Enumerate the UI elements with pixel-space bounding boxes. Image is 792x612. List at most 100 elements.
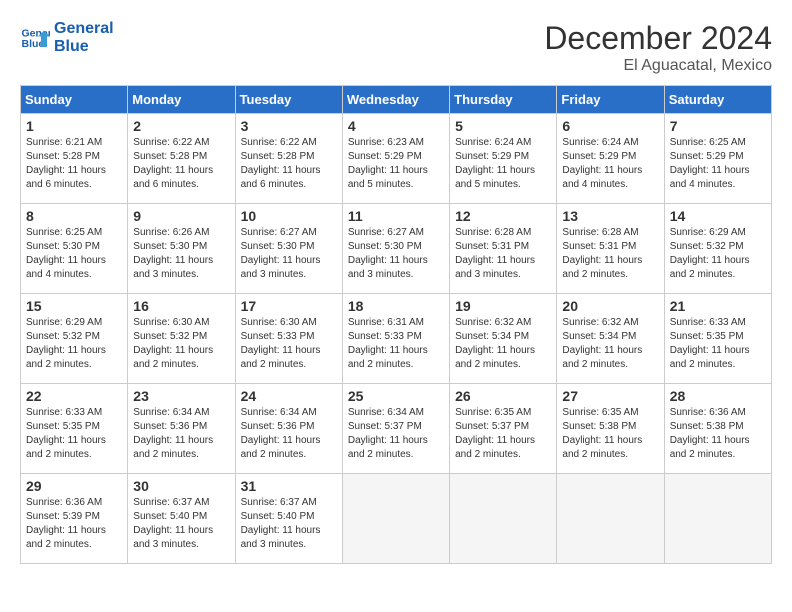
calendar-cell: 21Sunrise: 6:33 AM Sunset: 5:35 PM Dayli…	[664, 294, 771, 384]
day-info: Sunrise: 6:22 AM Sunset: 5:28 PM Dayligh…	[241, 136, 337, 192]
day-info: Sunrise: 6:25 AM Sunset: 5:29 PM Dayligh…	[670, 136, 766, 192]
day-info: Sunrise: 6:27 AM Sunset: 5:30 PM Dayligh…	[241, 226, 337, 282]
day-number: 29	[26, 478, 122, 494]
calendar-cell: 22 Sunrise: 6:33 AM Sunset: 5:35 PM Dayli…	[21, 384, 128, 474]
calendar-cell	[664, 474, 771, 564]
day-info: Sunrise: 6:32 AM Sunset: 5:34 PM Dayligh…	[562, 316, 658, 372]
calendar-cell: 25Sunrise: 6:34 AM Sunset: 5:37 PM Dayli…	[342, 384, 449, 474]
calendar-cell: 4Sunrise: 6:23 AM Sunset: 5:29 PM Daylig…	[342, 114, 449, 204]
day-info: Sunrise: 6:22 AM Sunset: 5:28 PM Dayligh…	[133, 136, 229, 192]
day-info: Sunrise: 6:27 AM Sunset: 5:30 PM Dayligh…	[348, 226, 444, 282]
day-number: 26	[455, 388, 551, 404]
calendar-body: 1 Sunrise: 6:21 AM Sunset: 5:28 PM Daylig…	[21, 114, 772, 564]
calendar-week-row: 15Sunrise: 6:29 AM Sunset: 5:32 PM Dayli…	[21, 294, 772, 384]
calendar-cell: 28 Sunrise: 6:36 AM Sunset: 5:38 PM Dayli…	[664, 384, 771, 474]
calendar-cell: 18 Sunrise: 6:31 AM Sunset: 5:33 PM Dayli…	[342, 294, 449, 384]
calendar-cell: 16 Sunrise: 6:30 AM Sunset: 5:32 PM Dayli…	[128, 294, 235, 384]
day-info: Sunrise: 6:21 AM Sunset: 5:28 PM Dayligh…	[26, 136, 122, 192]
weekday-header: Saturday	[664, 86, 771, 114]
day-info: Sunrise: 6:24 AM Sunset: 5:29 PM Dayligh…	[455, 136, 551, 192]
day-number: 28	[670, 388, 766, 404]
day-info: Sunrise: 6:23 AM Sunset: 5:29 PM Dayligh…	[348, 136, 444, 192]
weekday-header: Monday	[128, 86, 235, 114]
day-number: 31	[241, 478, 337, 494]
day-number: 12	[455, 208, 551, 224]
day-number: 22	[26, 388, 122, 404]
calendar-cell: 19 Sunrise: 6:32 AM Sunset: 5:34 PM Dayli…	[450, 294, 557, 384]
day-info: Sunrise: 6:33 AM Sunset: 5:35 PM Dayligh…	[26, 406, 122, 462]
weekday-header-row: SundayMondayTuesdayWednesdayThursdayFrid…	[21, 86, 772, 114]
day-number: 9	[133, 208, 229, 224]
calendar-cell: 6 Sunrise: 6:24 AM Sunset: 5:29 PM Daylig…	[557, 114, 664, 204]
weekday-header: Wednesday	[342, 86, 449, 114]
weekday-header: Sunday	[21, 86, 128, 114]
header: General Blue General Blue December 2024 …	[20, 20, 772, 75]
calendar-cell: 30 Sunrise: 6:37 AM Sunset: 5:40 PM Dayli…	[128, 474, 235, 564]
calendar-cell	[557, 474, 664, 564]
day-info: Sunrise: 6:35 AM Sunset: 5:37 PM Dayligh…	[455, 406, 551, 462]
day-info: Sunrise: 6:26 AM Sunset: 5:30 PM Dayligh…	[133, 226, 229, 282]
title-area: December 2024 El Aguacatal, Mexico	[544, 20, 772, 75]
calendar-cell: 31 Sunrise: 6:37 AM Sunset: 5:40 PM Dayli…	[235, 474, 342, 564]
day-number: 18	[348, 298, 444, 314]
weekday-header: Thursday	[450, 86, 557, 114]
day-info: Sunrise: 6:30 AM Sunset: 5:33 PM Dayligh…	[241, 316, 337, 372]
calendar-cell: 2 Sunrise: 6:22 AM Sunset: 5:28 PM Daylig…	[128, 114, 235, 204]
day-info: Sunrise: 6:29 AM Sunset: 5:32 PM Dayligh…	[26, 316, 122, 372]
day-info: Sunrise: 6:36 AM Sunset: 5:39 PM Dayligh…	[26, 496, 122, 552]
calendar-week-row: 8 Sunrise: 6:25 AM Sunset: 5:30 PM Daylig…	[21, 204, 772, 294]
day-info: Sunrise: 6:25 AM Sunset: 5:30 PM Dayligh…	[26, 226, 122, 282]
calendar-cell: 11 Sunrise: 6:27 AM Sunset: 5:30 PM Dayli…	[342, 204, 449, 294]
calendar-cell: 29 Sunrise: 6:36 AM Sunset: 5:39 PM Dayli…	[21, 474, 128, 564]
day-info: Sunrise: 6:28 AM Sunset: 5:31 PM Dayligh…	[562, 226, 658, 282]
day-info: Sunrise: 6:37 AM Sunset: 5:40 PM Dayligh…	[133, 496, 229, 552]
day-number: 17	[241, 298, 337, 314]
day-number: 10	[241, 208, 337, 224]
calendar-cell: 12Sunrise: 6:28 AM Sunset: 5:31 PM Dayli…	[450, 204, 557, 294]
day-number: 14	[670, 208, 766, 224]
day-number: 23	[133, 388, 229, 404]
day-number: 7	[670, 118, 766, 134]
day-number: 5	[455, 118, 551, 134]
day-info: Sunrise: 6:36 AM Sunset: 5:38 PM Dayligh…	[670, 406, 766, 462]
calendar-cell: 23 Sunrise: 6:34 AM Sunset: 5:36 PM Dayli…	[128, 384, 235, 474]
day-number: 16	[133, 298, 229, 314]
calendar-week-row: 22 Sunrise: 6:33 AM Sunset: 5:35 PM Dayli…	[21, 384, 772, 474]
day-number: 6	[562, 118, 658, 134]
logo: General Blue General Blue	[20, 20, 114, 56]
day-info: Sunrise: 6:32 AM Sunset: 5:34 PM Dayligh…	[455, 316, 551, 372]
calendar-cell: 24Sunrise: 6:34 AM Sunset: 5:36 PM Dayli…	[235, 384, 342, 474]
day-number: 30	[133, 478, 229, 494]
calendar-cell: 17 Sunrise: 6:30 AM Sunset: 5:33 PM Dayli…	[235, 294, 342, 384]
day-number: 24	[241, 388, 337, 404]
calendar-cell: 27Sunrise: 6:35 AM Sunset: 5:38 PM Dayli…	[557, 384, 664, 474]
calendar-week-row: 1 Sunrise: 6:21 AM Sunset: 5:28 PM Daylig…	[21, 114, 772, 204]
day-info: Sunrise: 6:24 AM Sunset: 5:29 PM Dayligh…	[562, 136, 658, 192]
day-info: Sunrise: 6:34 AM Sunset: 5:37 PM Dayligh…	[348, 406, 444, 462]
calendar-cell: 15Sunrise: 6:29 AM Sunset: 5:32 PM Dayli…	[21, 294, 128, 384]
day-info: Sunrise: 6:30 AM Sunset: 5:32 PM Dayligh…	[133, 316, 229, 372]
calendar: SundayMondayTuesdayWednesdayThursdayFrid…	[20, 85, 772, 564]
day-info: Sunrise: 6:37 AM Sunset: 5:40 PM Dayligh…	[241, 496, 337, 552]
day-info: Sunrise: 6:34 AM Sunset: 5:36 PM Dayligh…	[133, 406, 229, 462]
day-info: Sunrise: 6:29 AM Sunset: 5:32 PM Dayligh…	[670, 226, 766, 282]
day-number: 19	[455, 298, 551, 314]
calendar-cell: 3 Sunrise: 6:22 AM Sunset: 5:28 PM Daylig…	[235, 114, 342, 204]
calendar-cell: 20Sunrise: 6:32 AM Sunset: 5:34 PM Dayli…	[557, 294, 664, 384]
day-number: 21	[670, 298, 766, 314]
day-info: Sunrise: 6:31 AM Sunset: 5:33 PM Dayligh…	[348, 316, 444, 372]
calendar-week-row: 29 Sunrise: 6:36 AM Sunset: 5:39 PM Dayli…	[21, 474, 772, 564]
calendar-cell: 13 Sunrise: 6:28 AM Sunset: 5:31 PM Dayli…	[557, 204, 664, 294]
calendar-cell: 14 Sunrise: 6:29 AM Sunset: 5:32 PM Dayli…	[664, 204, 771, 294]
day-number: 13	[562, 208, 658, 224]
calendar-cell: 7 Sunrise: 6:25 AM Sunset: 5:29 PM Daylig…	[664, 114, 771, 204]
day-number: 2	[133, 118, 229, 134]
day-number: 8	[26, 208, 122, 224]
calendar-cell	[450, 474, 557, 564]
weekday-header: Tuesday	[235, 86, 342, 114]
day-number: 3	[241, 118, 337, 134]
day-number: 1	[26, 118, 122, 134]
day-number: 11	[348, 208, 444, 224]
calendar-cell: 5 Sunrise: 6:24 AM Sunset: 5:29 PM Daylig…	[450, 114, 557, 204]
month-title: December 2024	[544, 20, 772, 57]
